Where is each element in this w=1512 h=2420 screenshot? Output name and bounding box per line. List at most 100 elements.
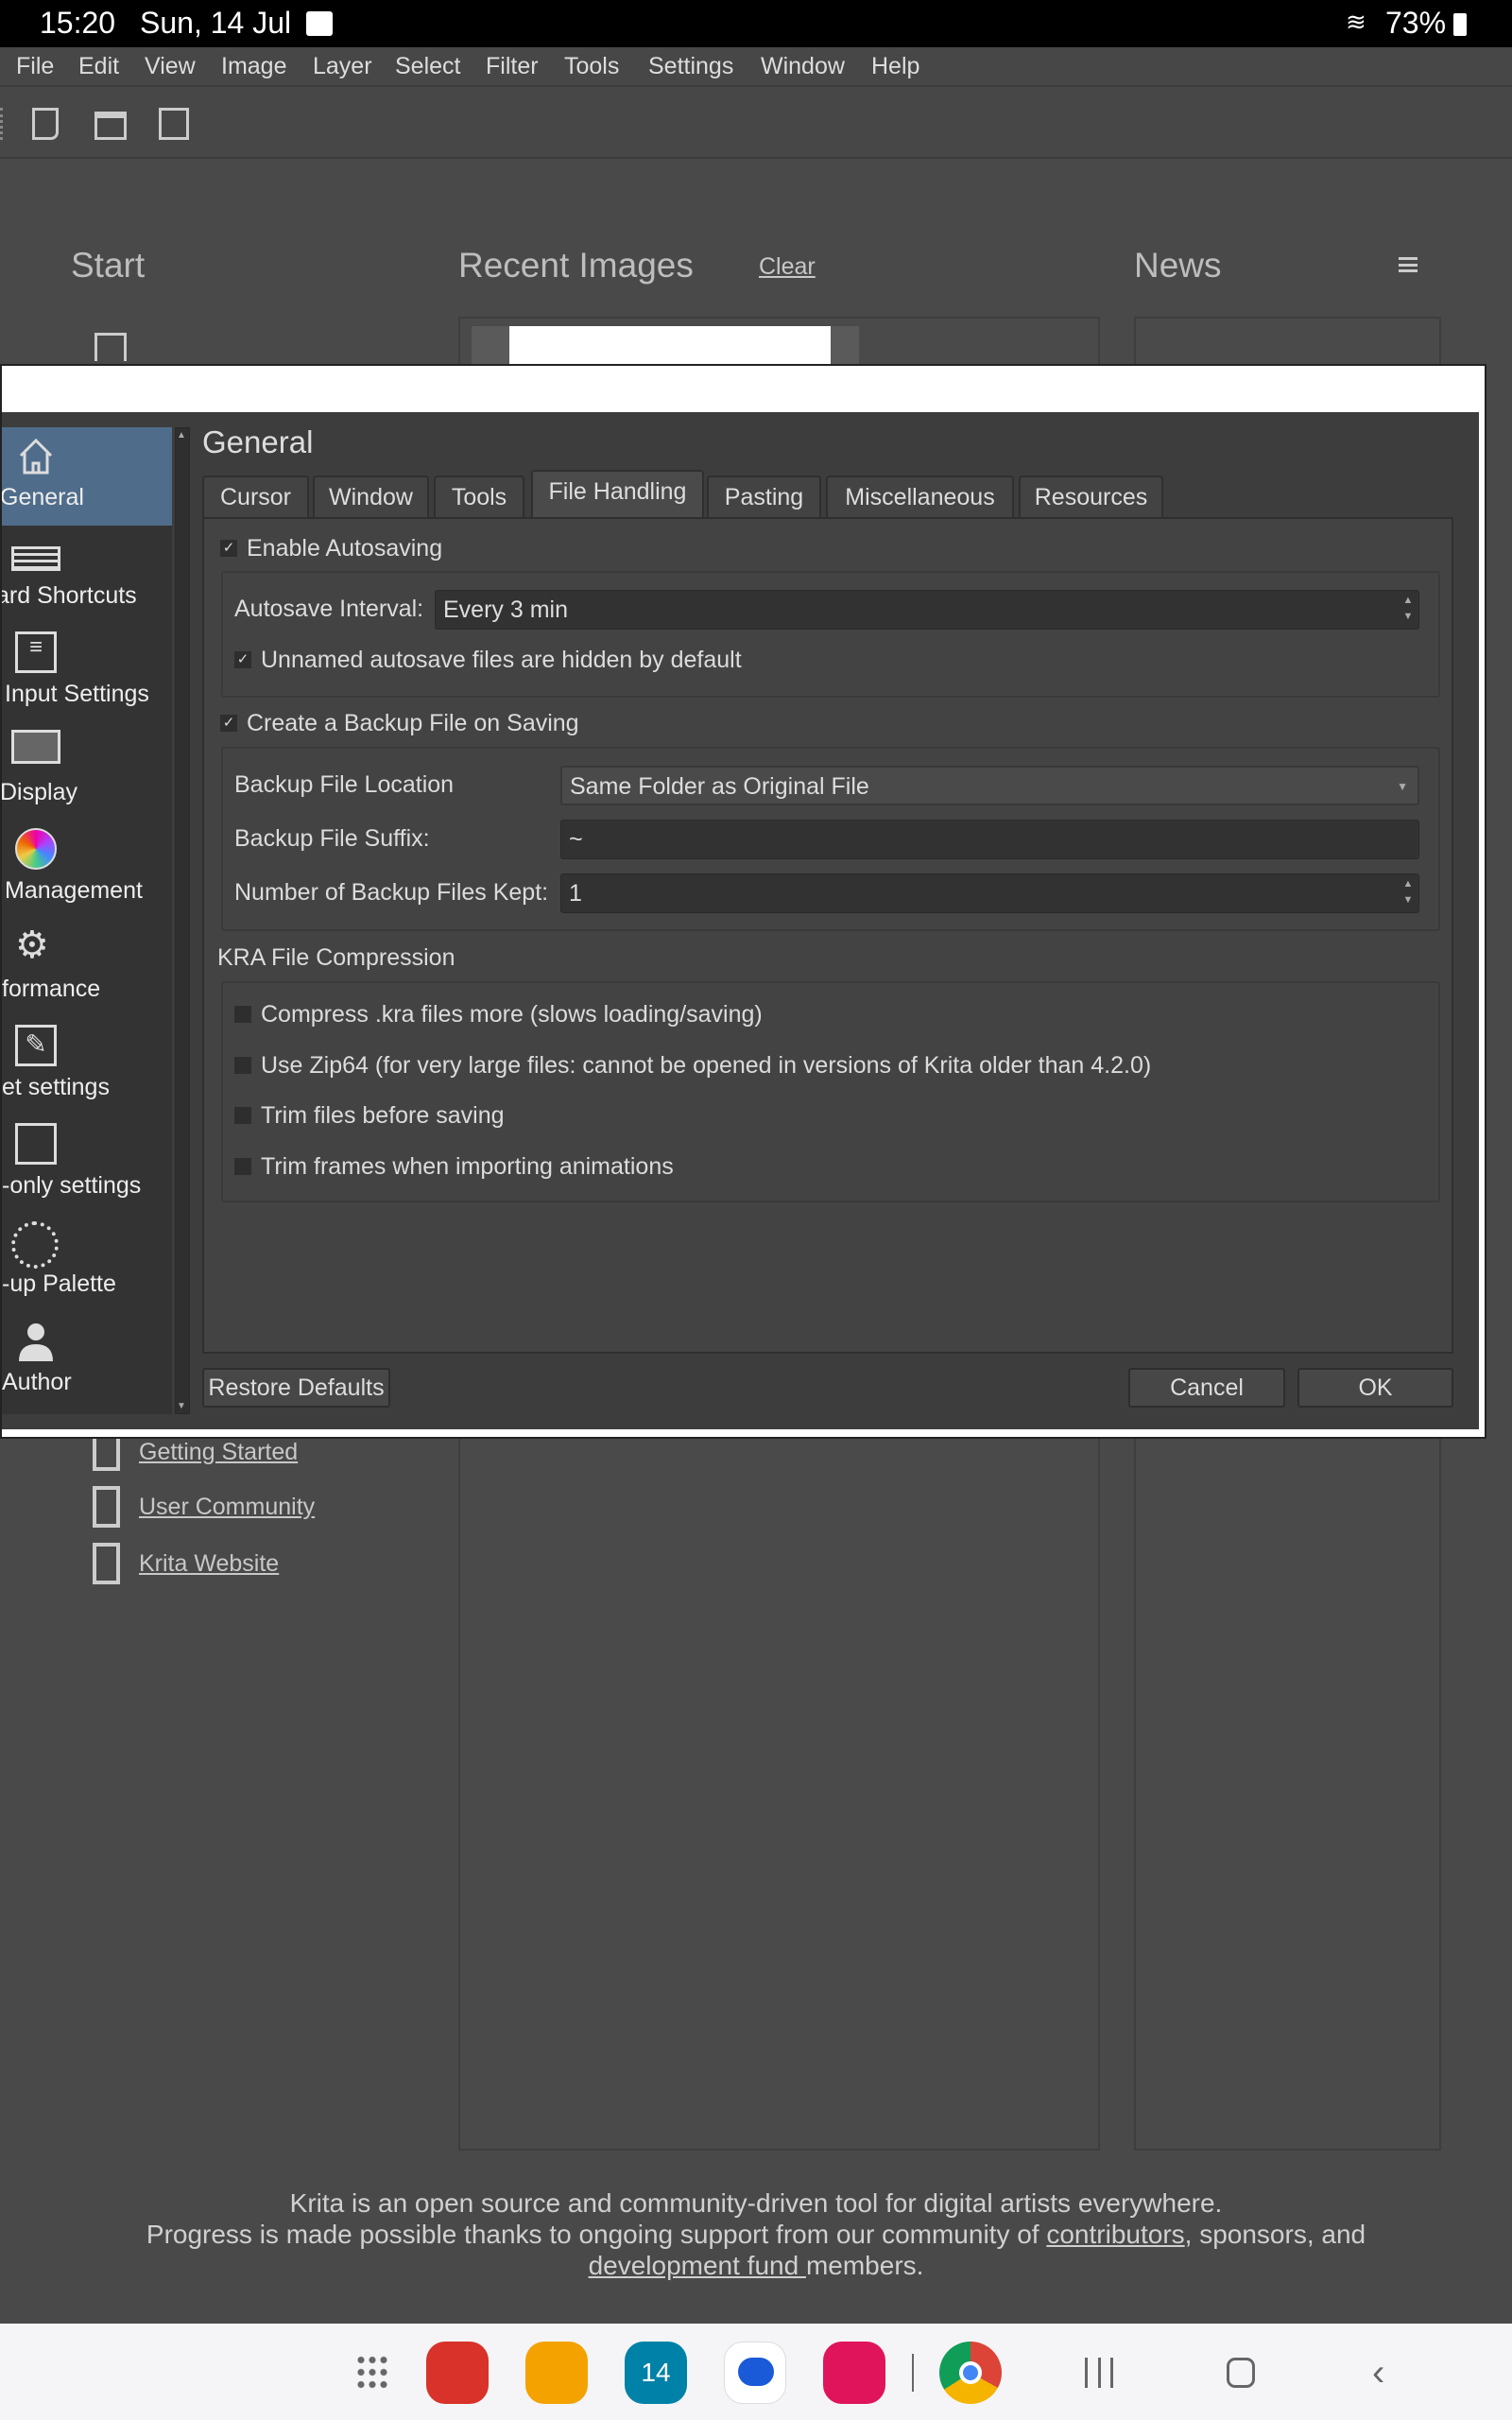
sidebar-item-input-settings[interactable]: ≡ Input Settings	[2, 624, 172, 722]
new-document-icon[interactable]	[32, 108, 59, 140]
footer-line-2: Progress is made possible thanks to ongo…	[146, 2220, 1047, 2249]
home-button-icon[interactable]	[1227, 2358, 1255, 2388]
color-wheel-icon	[15, 828, 57, 870]
sidebar-item-display[interactable]: Display	[2, 722, 172, 821]
news-menu-icon[interactable]	[1399, 257, 1418, 272]
home-icon	[19, 438, 53, 475]
development-fund-link[interactable]: development fund	[589, 2251, 806, 2280]
backup-suffix-label: Backup File Suffix:	[234, 825, 430, 852]
save-icon[interactable]	[159, 108, 189, 140]
menu-layer[interactable]: Layer	[313, 53, 372, 80]
keyboard-icon	[11, 546, 60, 571]
footer-line-2b: , sponsors, and	[1184, 2220, 1366, 2249]
create-backup-checkbox[interactable]: ✓	[220, 715, 237, 732]
menu-settings[interactable]: Settings	[648, 53, 733, 80]
sidebar-label: et settings	[2, 1074, 110, 1100]
spin-arrows-icon[interactable]: ▲ ▼	[1400, 593, 1417, 625]
ok-button[interactable]: OK	[1297, 1368, 1453, 1408]
tab-tools[interactable]: Tools	[434, 475, 524, 517]
menu-tools[interactable]: Tools	[564, 53, 619, 80]
monitor-icon	[11, 730, 60, 764]
app-drawer-icon[interactable]	[355, 2354, 387, 2390]
trim-frames-checkbox[interactable]	[234, 1158, 251, 1175]
recent-image-thumbnail[interactable]	[472, 326, 859, 364]
menu-view[interactable]: View	[145, 53, 196, 80]
menu-file[interactable]: File	[16, 53, 54, 80]
tab-miscellaneous[interactable]: Miscellaneous	[826, 475, 1014, 517]
status-time: 15:20	[40, 6, 116, 40]
cancel-button[interactable]: Cancel	[1128, 1368, 1285, 1408]
restore-defaults-button[interactable]: Restore Defaults	[202, 1368, 390, 1408]
sidebar-item-tablet-settings[interactable]: ✎ et settings	[2, 1017, 172, 1115]
backup-location-dropdown[interactable]: Same Folder as Original File ▼	[560, 766, 1419, 805]
recent-apps-icon[interactable]	[1085, 2358, 1113, 2388]
tab-window[interactable]: Window	[313, 475, 429, 517]
link-user-community[interactable]: User Community	[139, 1494, 315, 1521]
compress-kra-checkbox[interactable]	[234, 1006, 251, 1023]
enable-autosaving-checkbox[interactable]: ✓	[220, 540, 237, 557]
footer-members: members.	[805, 2251, 924, 2280]
notes-app-icon[interactable]	[426, 2342, 489, 2404]
sidebar-label: -up Palette	[2, 1270, 116, 1297]
bookmark-icon	[93, 1486, 120, 1528]
bookmark-icon	[93, 1439, 120, 1471]
preferences-sidebar: General ard Shortcuts ≡ Input Settings D…	[2, 427, 172, 1414]
footer-text: Krita is an open source and community-dr…	[0, 2187, 1512, 2281]
menu-window[interactable]: Window	[761, 53, 845, 80]
camera-app-icon[interactable]	[823, 2342, 885, 2404]
trim-files-label: Trim files before saving	[261, 1102, 505, 1129]
menu-image[interactable]: Image	[221, 53, 286, 80]
person-icon	[19, 1323, 53, 1361]
link-krita-website[interactable]: Krita Website	[139, 1550, 279, 1578]
spin-arrows-icon[interactable]: ▲ ▼	[1400, 876, 1417, 908]
start-heading: Start	[71, 246, 146, 285]
news-heading: News	[1134, 246, 1222, 285]
calendar-app-icon[interactable]: 14	[625, 2342, 687, 2404]
sidebar-label: -only settings	[2, 1172, 142, 1199]
sidebar-scrollbar[interactable]: ▲ ▼	[175, 427, 190, 1414]
messages-app-icon[interactable]	[724, 2342, 786, 2404]
tab-resources[interactable]: Resources	[1019, 475, 1163, 517]
new-file-icon[interactable]	[94, 333, 127, 361]
menu-select[interactable]: Select	[395, 53, 460, 80]
tab-file-handling[interactable]: File Handling	[531, 470, 704, 519]
sidebar-item-keyboard-shortcuts[interactable]: ard Shortcuts	[2, 526, 172, 624]
clear-recent-link[interactable]: Clear	[759, 253, 816, 281]
backup-suffix-input[interactable]: ~	[560, 820, 1419, 859]
open-folder-icon[interactable]	[94, 112, 127, 140]
scroll-down-icon[interactable]: ▼	[177, 1401, 186, 1411]
sidebar-item-author[interactable]: Author	[2, 1312, 172, 1410]
files-app-icon[interactable]	[525, 2342, 588, 2404]
enable-autosaving-label: Enable Autosaving	[247, 535, 443, 562]
menu-edit[interactable]: Edit	[78, 53, 119, 80]
image-icon	[15, 1123, 57, 1165]
menu-filter[interactable]: Filter	[486, 53, 539, 80]
backup-count-spinbox[interactable]: 1 ▲ ▼	[560, 873, 1419, 913]
autosave-interval-spinbox[interactable]: Every 3 min ▲ ▼	[435, 590, 1419, 630]
sidebar-item-popup-palette[interactable]: -up Palette	[2, 1214, 172, 1312]
toolbar-handle-icon[interactable]	[0, 108, 8, 140]
sidebar-item-performance[interactable]: ⚙ formance	[2, 919, 172, 1017]
link-getting-started[interactable]: Getting Started	[139, 1439, 298, 1466]
trim-files-checkbox[interactable]	[234, 1107, 251, 1124]
sidebar-label: Display	[2, 779, 77, 805]
tab-cursor[interactable]: Cursor	[202, 475, 309, 517]
sidebar-label: ard Shortcuts	[2, 582, 137, 609]
palette-icon	[11, 1221, 59, 1269]
sidebar-item-general[interactable]: General	[2, 427, 172, 526]
contributors-link[interactable]: contributors	[1046, 2220, 1184, 2249]
zip64-checkbox[interactable]	[234, 1057, 251, 1074]
tab-pasting[interactable]: Pasting	[707, 475, 821, 517]
gallery-notification-icon	[306, 11, 333, 36]
back-icon[interactable]: ‹	[1372, 2352, 1384, 2394]
sidebar-item-color-management[interactable]: Management	[2, 821, 172, 919]
menu-bar: File Edit View Image Layer Select Filter…	[0, 47, 1512, 87]
status-bar: 15:20 Sun, 14 Jul ≋ 73%	[0, 0, 1512, 47]
chrome-app-icon[interactable]	[939, 2342, 1002, 2404]
menu-help[interactable]: Help	[871, 53, 919, 80]
scroll-up-icon[interactable]: ▲	[177, 430, 186, 441]
sidebar-item-canvas-only-settings[interactable]: -only settings	[2, 1115, 172, 1214]
sidebar-label: Input Settings	[5, 681, 149, 707]
unnamed-hidden-checkbox[interactable]: ✓	[234, 651, 251, 668]
autosave-interval-label: Autosave Interval:	[234, 596, 424, 622]
